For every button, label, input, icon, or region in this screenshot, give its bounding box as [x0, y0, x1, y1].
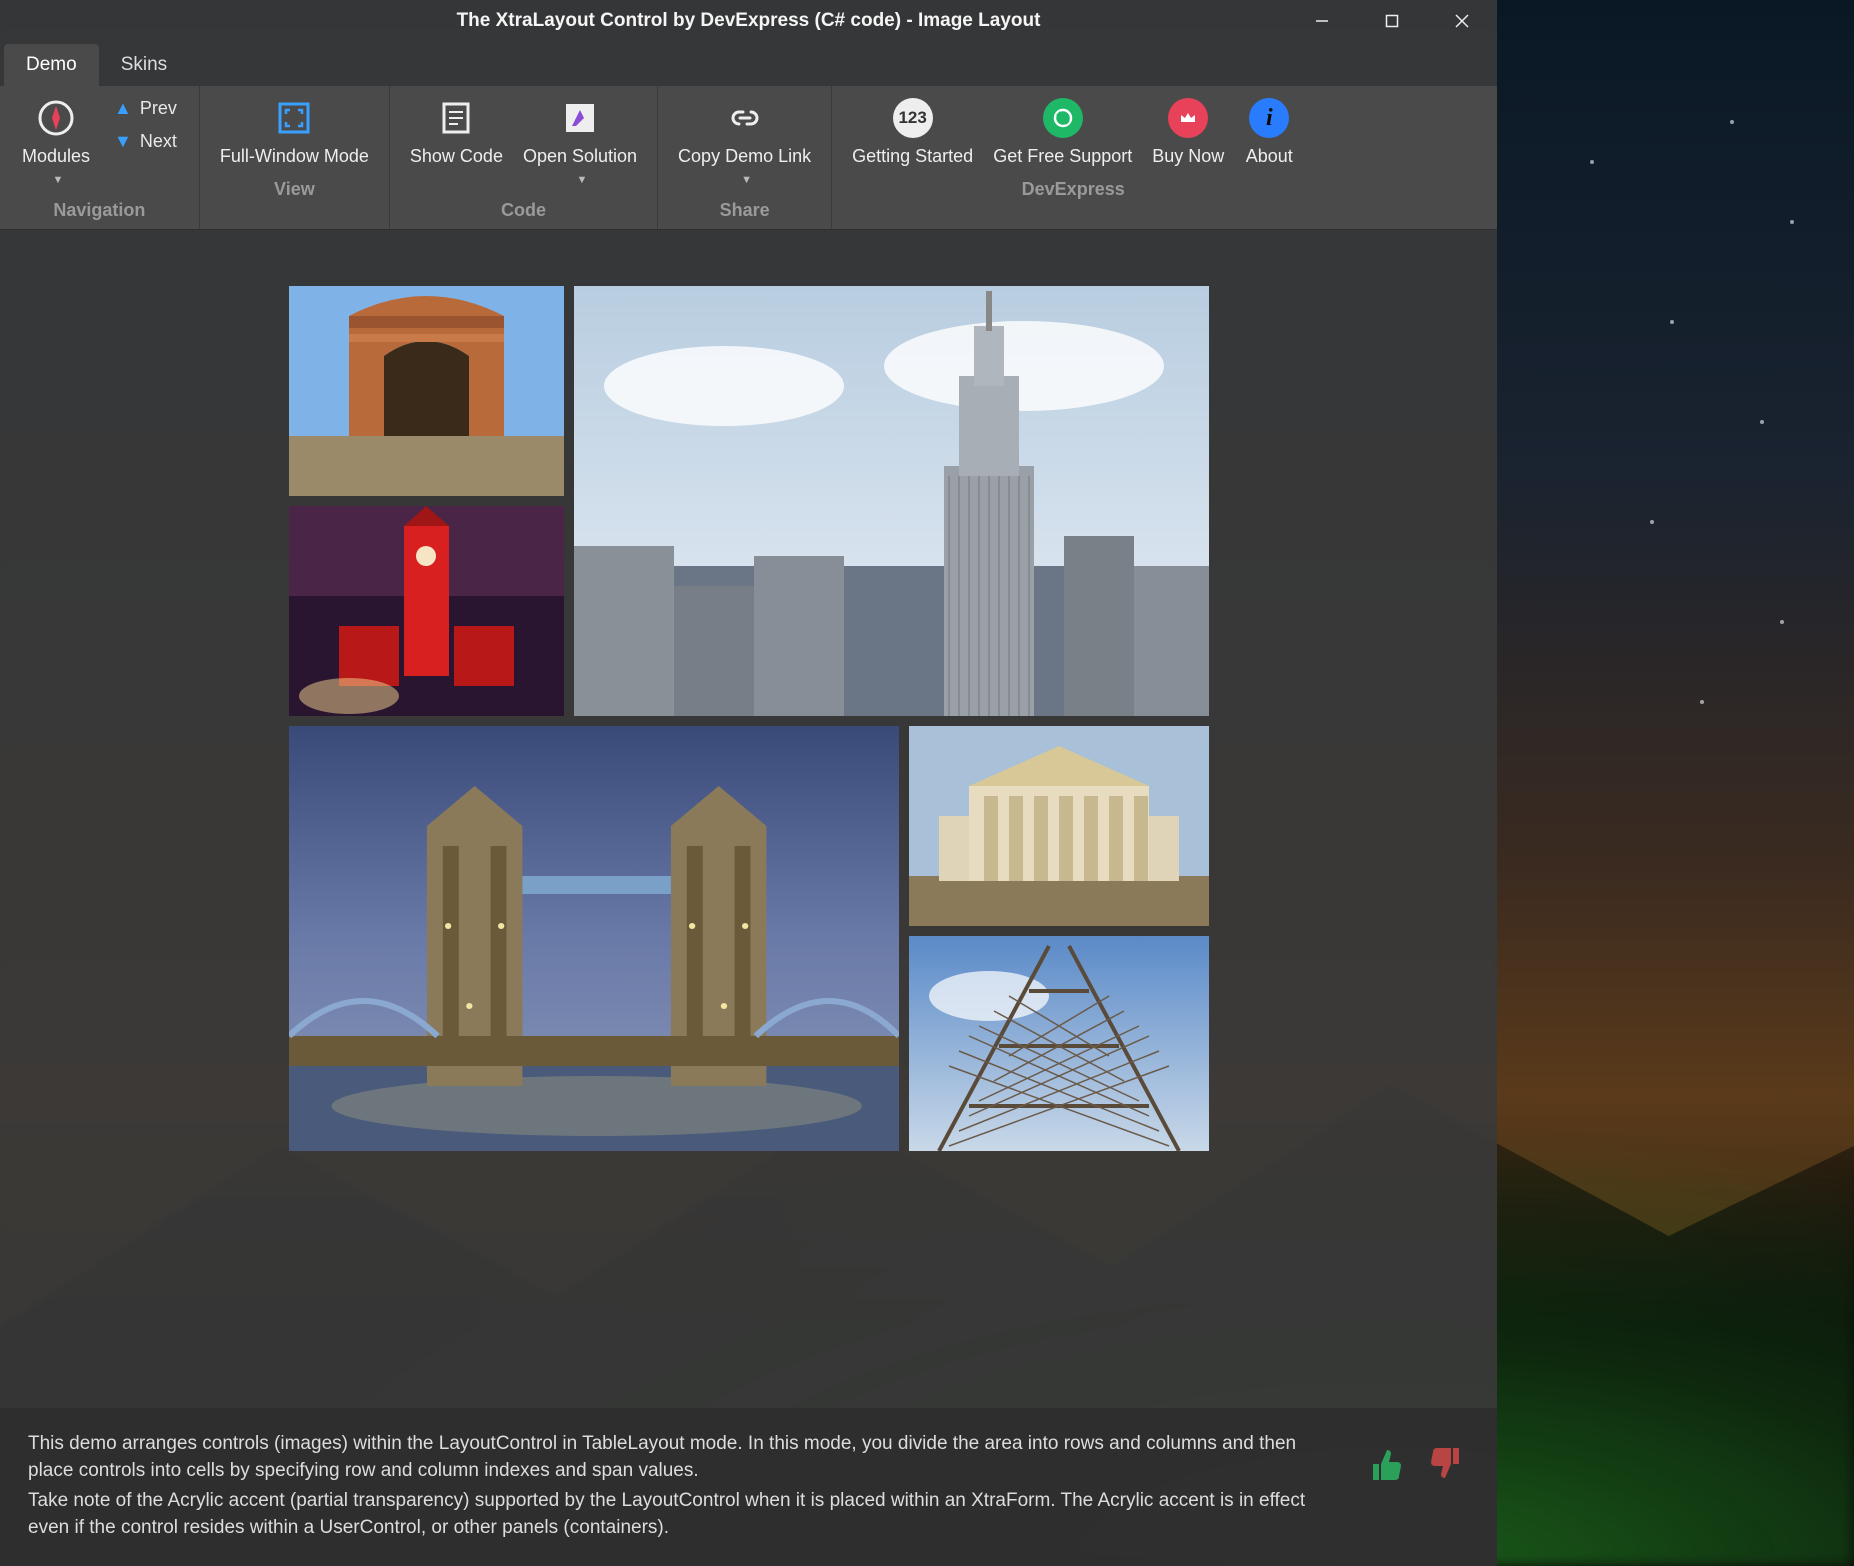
open-solution-button[interactable]: Open Solution ▼: [513, 92, 647, 194]
buy-now-button[interactable]: Buy Now: [1142, 92, 1234, 173]
ribbon-tabs: Demo Skins: [0, 42, 1497, 86]
thumbs-down-icon: [1425, 1442, 1469, 1486]
about-button[interactable]: i About: [1234, 92, 1304, 173]
full-window-label: Full-Window Mode: [220, 146, 369, 167]
triangle-down-icon: ▼: [114, 131, 132, 152]
group-label-devexpress: DevExpress: [1022, 173, 1125, 204]
gallery-image-tower-bridge[interactable]: [289, 726, 899, 1151]
ribbon-group-devexpress: 123 Getting Started Get Free Support Buy…: [832, 86, 1314, 229]
image-gallery: [289, 286, 1209, 1151]
getting-started-label: Getting Started: [852, 146, 973, 167]
titlebar[interactable]: The XtraLayout Control by DevExpress (C#…: [0, 0, 1497, 42]
minimize-button[interactable]: [1287, 0, 1357, 42]
group-label-code: Code: [501, 194, 546, 225]
crown-icon: [1168, 98, 1208, 138]
getting-started-button[interactable]: 123 Getting Started: [842, 92, 983, 173]
feedback-controls: [1363, 1430, 1469, 1486]
vs-icon: [560, 98, 600, 138]
get-support-button[interactable]: Get Free Support: [983, 92, 1142, 173]
gallery-image-eiffel-tower[interactable]: [909, 936, 1209, 1151]
gallery-image-arc-de-triomf[interactable]: [289, 286, 564, 496]
full-window-button[interactable]: Full-Window Mode: [210, 92, 379, 173]
footer-para-1: This demo arranges controls (images) wit…: [28, 1430, 1343, 1485]
window-controls: [1287, 0, 1497, 42]
code-page-icon: [436, 98, 476, 138]
compass-icon: [36, 98, 76, 138]
ribbon-group-share: Copy Demo Link ▼ Share: [658, 86, 832, 229]
prev-next-stack: ▲ Prev ▼ Next: [102, 92, 189, 158]
ribbon-group-code: Show Code Open Solution ▼ Code: [390, 86, 658, 229]
open-solution-label: Open Solution: [523, 146, 637, 166]
footer-description: This demo arranges controls (images) wit…: [28, 1430, 1343, 1544]
thumbs-up-button[interactable]: [1363, 1442, 1407, 1486]
prev-button[interactable]: ▲ Prev: [114, 98, 177, 119]
123-icon: 123: [893, 98, 933, 138]
footer-para-2: Take note of the Acrylic accent (partial…: [28, 1487, 1343, 1542]
buy-now-label: Buy Now: [1152, 146, 1224, 167]
ribbon: Modules ▼ ▲ Prev ▼ Next Navigation: [0, 86, 1497, 230]
next-button[interactable]: ▼ Next: [114, 131, 177, 152]
next-label: Next: [140, 131, 177, 152]
app-window: The XtraLayout Control by DevExpress (C#…: [0, 0, 1497, 1566]
show-code-label: Show Code: [410, 146, 503, 167]
tab-skins[interactable]: Skins: [99, 44, 189, 86]
chevron-down-icon: ▼: [53, 174, 64, 186]
triangle-up-icon: ▲: [114, 98, 132, 119]
close-button[interactable]: [1427, 0, 1497, 42]
modules-button[interactable]: Modules ▼: [10, 92, 102, 194]
gallery-image-empire-state[interactable]: [574, 286, 1209, 716]
chevron-down-icon: ▼: [741, 174, 752, 186]
show-code-button[interactable]: Show Code: [400, 92, 513, 173]
group-label-view: View: [274, 173, 315, 204]
footer-bar: This demo arranges controls (images) wit…: [0, 1408, 1497, 1566]
copy-link-label: Copy Demo Link: [678, 146, 811, 166]
gallery-image-bolshoi-theatre[interactable]: [909, 726, 1209, 926]
group-label-navigation: Navigation: [53, 194, 145, 225]
chevron-down-icon: ▼: [577, 174, 588, 186]
gallery-image-red-clock-tower[interactable]: [289, 506, 564, 716]
maximize-button[interactable]: [1357, 0, 1427, 42]
thumbs-down-button[interactable]: [1425, 1442, 1469, 1486]
about-label: About: [1246, 146, 1293, 167]
tab-demo[interactable]: Demo: [4, 44, 99, 86]
prev-label: Prev: [140, 98, 177, 119]
ribbon-group-view: Full-Window Mode View: [200, 86, 390, 229]
modules-label: Modules: [22, 146, 90, 166]
ribbon-group-navigation: Modules ▼ ▲ Prev ▼ Next Navigation: [0, 86, 200, 229]
window-title: The XtraLayout Control by DevExpress (C#…: [457, 10, 1041, 32]
content-area: [0, 230, 1497, 1408]
link-icon: [725, 98, 765, 138]
maximize-icon: [1385, 14, 1399, 28]
thumbs-up-icon: [1363, 1442, 1407, 1486]
copy-link-button[interactable]: Copy Demo Link ▼: [668, 92, 821, 194]
support-icon: [1043, 98, 1083, 138]
get-support-label: Get Free Support: [993, 146, 1132, 167]
fullscreen-icon: [274, 98, 314, 138]
minimize-icon: [1315, 14, 1329, 28]
info-icon: i: [1249, 98, 1289, 138]
close-icon: [1455, 14, 1469, 28]
group-label-share: Share: [720, 194, 770, 225]
